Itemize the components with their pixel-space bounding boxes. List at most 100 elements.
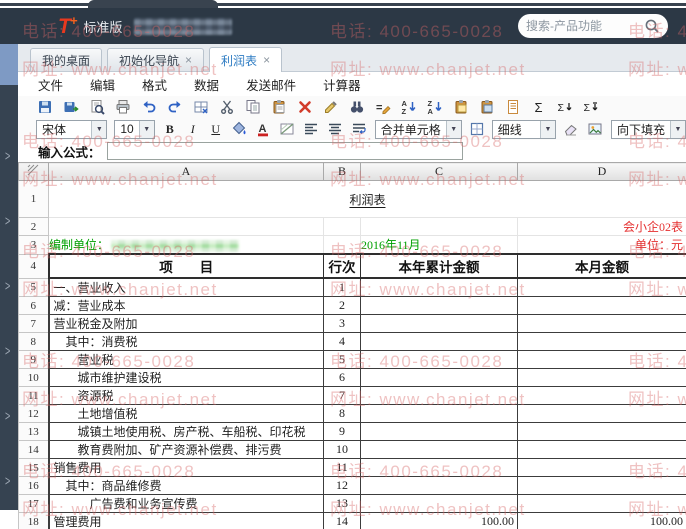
column-header-a[interactable]: A [49,163,324,181]
item-cell[interactable]: 其中：商品维修费 [49,477,324,495]
format-painter-icon[interactable] [322,99,339,116]
sidebar-active-block[interactable] [0,44,18,85]
redo-icon[interactable] [166,99,183,116]
menu-文件[interactable]: 文件 [38,75,63,94]
month-amount-cell[interactable] [518,387,686,405]
copy-icon[interactable] [244,99,261,116]
month-amount-cell[interactable]: 100.00 [518,513,686,529]
print-icon[interactable] [114,99,131,116]
align-center-icon[interactable] [327,121,344,138]
row-header-15[interactable]: 15 [19,459,49,477]
sidebar-expand-chevron-icon[interactable]: > [5,407,15,425]
item-cell[interactable]: 城市维护建设税 [49,369,324,387]
font-color-icon[interactable]: A [255,121,272,138]
ytd-amount-cell[interactable] [361,477,518,495]
row-header-9[interactable]: 9 [19,351,49,369]
row-header-7[interactable]: 7 [19,315,49,333]
report-title-cell[interactable]: 利润表 [49,181,686,218]
month-amount-cell[interactable] [518,441,686,459]
print-preview-icon[interactable] [88,99,105,116]
formula-input[interactable] [107,142,463,160]
item-cell[interactable]: 其中：消费税 [49,333,324,351]
month-amount-cell[interactable] [518,423,686,441]
line-style-select[interactable]: 细线▼ [492,120,556,139]
row-header-18[interactable]: 18 [19,513,49,529]
month-amount-cell[interactable] [518,297,686,315]
search-icon[interactable] [644,18,660,34]
unit-cell[interactable]: 单位：元 [518,236,686,255]
line-number-cell[interactable]: 10 [324,441,361,459]
row-header-17[interactable]: 17 [19,495,49,513]
ytd-amount-cell[interactable] [361,351,518,369]
edit-formula-icon[interactable]: = [374,99,391,116]
sidebar-expand-chevron-icon[interactable]: > [5,212,15,230]
eraser-icon[interactable] [563,121,580,138]
report-code-cell[interactable]: 会小企02表 [518,218,686,236]
fill-color-icon[interactable] [231,121,248,138]
cell-b3[interactable] [324,236,361,255]
row-header-10[interactable]: 10 [19,369,49,387]
month-amount-cell[interactable] [518,369,686,387]
ytd-amount-cell[interactable] [361,387,518,405]
ytd-amount-cell[interactable] [361,333,518,351]
search-input[interactable] [526,19,644,33]
line-number-cell[interactable]: 5 [324,351,361,369]
sidebar-expand-chevron-icon[interactable]: > [5,147,15,165]
cut-icon[interactable] [218,99,235,116]
ytd-amount-cell[interactable]: 100.00 [361,513,518,529]
line-number-cell[interactable]: 1 [324,278,361,297]
item-cell[interactable]: 销售费用 [49,459,324,477]
row-header-8[interactable]: 8 [19,333,49,351]
column-header-d[interactable]: D [518,163,686,181]
align-left-icon[interactable] [303,121,320,138]
ytd-amount-cell[interactable] [361,441,518,459]
close-icon[interactable]: × [185,53,192,67]
refresh-grid-icon[interactable] [192,99,209,116]
fill-direction-select[interactable]: 向下填充▼ [611,120,686,139]
menu-数据[interactable]: 数据 [194,75,219,94]
menu-发送邮件[interactable]: 发送邮件 [246,75,296,94]
menu-编辑[interactable]: 编辑 [90,75,115,94]
delete-icon[interactable] [296,99,313,116]
item-cell[interactable]: 营业税金及附加 [49,315,324,333]
row-header-2[interactable]: 2 [19,218,49,236]
row-header-3[interactable]: 3 [19,236,49,255]
sum-row-icon[interactable]: Σ [582,99,599,116]
item-cell[interactable]: 减：营业成本 [49,297,324,315]
line-number-cell[interactable]: 2 [324,297,361,315]
column-header-c[interactable]: C [361,163,518,181]
cell-c2[interactable] [361,218,518,236]
row-header-12[interactable]: 12 [19,405,49,423]
paste-icon[interactable] [270,99,287,116]
select-all-corner[interactable] [19,163,49,181]
ytd-amount-cell[interactable] [361,315,518,333]
item-cell[interactable]: 土地增值税 [49,405,324,423]
row-header-4[interactable]: 4 [19,254,49,278]
ytd-amount-cell[interactable] [361,459,518,477]
wrap-text-icon[interactable] [351,121,368,138]
merge-cells-select[interactable]: 合并单元格▼ [375,120,462,139]
underline-button[interactable]: U [208,120,224,138]
ytd-amount-cell[interactable] [361,405,518,423]
item-cell[interactable]: 广告费和业务宣传费 [49,495,324,513]
insert-picture-icon[interactable] [587,121,604,138]
sum-column-icon[interactable]: Σ [556,99,573,116]
column-header-b[interactable]: B [324,163,361,181]
month-amount-cell[interactable] [518,495,686,513]
cell-b2[interactable] [324,218,361,236]
line-number-cell[interactable]: 6 [324,369,361,387]
line-number-cell[interactable]: 14 [324,513,361,529]
save-icon[interactable] [36,99,53,116]
paste-format-icon[interactable] [452,99,469,116]
find-icon[interactable] [348,99,365,116]
line-number-cell[interactable]: 4 [324,333,361,351]
header-lineno-cell[interactable]: 行次 [324,254,361,278]
period-cell[interactable]: 2016年11月 [361,236,518,255]
line-number-cell[interactable]: 8 [324,405,361,423]
line-number-cell[interactable]: 11 [324,459,361,477]
row-header-1[interactable]: 1 [19,181,49,218]
font-family-select[interactable]: 宋体▼ [36,120,107,139]
line-number-cell[interactable]: 12 [324,477,361,495]
month-amount-cell[interactable] [518,405,686,423]
item-cell[interactable]: 管理费用 [49,513,324,529]
